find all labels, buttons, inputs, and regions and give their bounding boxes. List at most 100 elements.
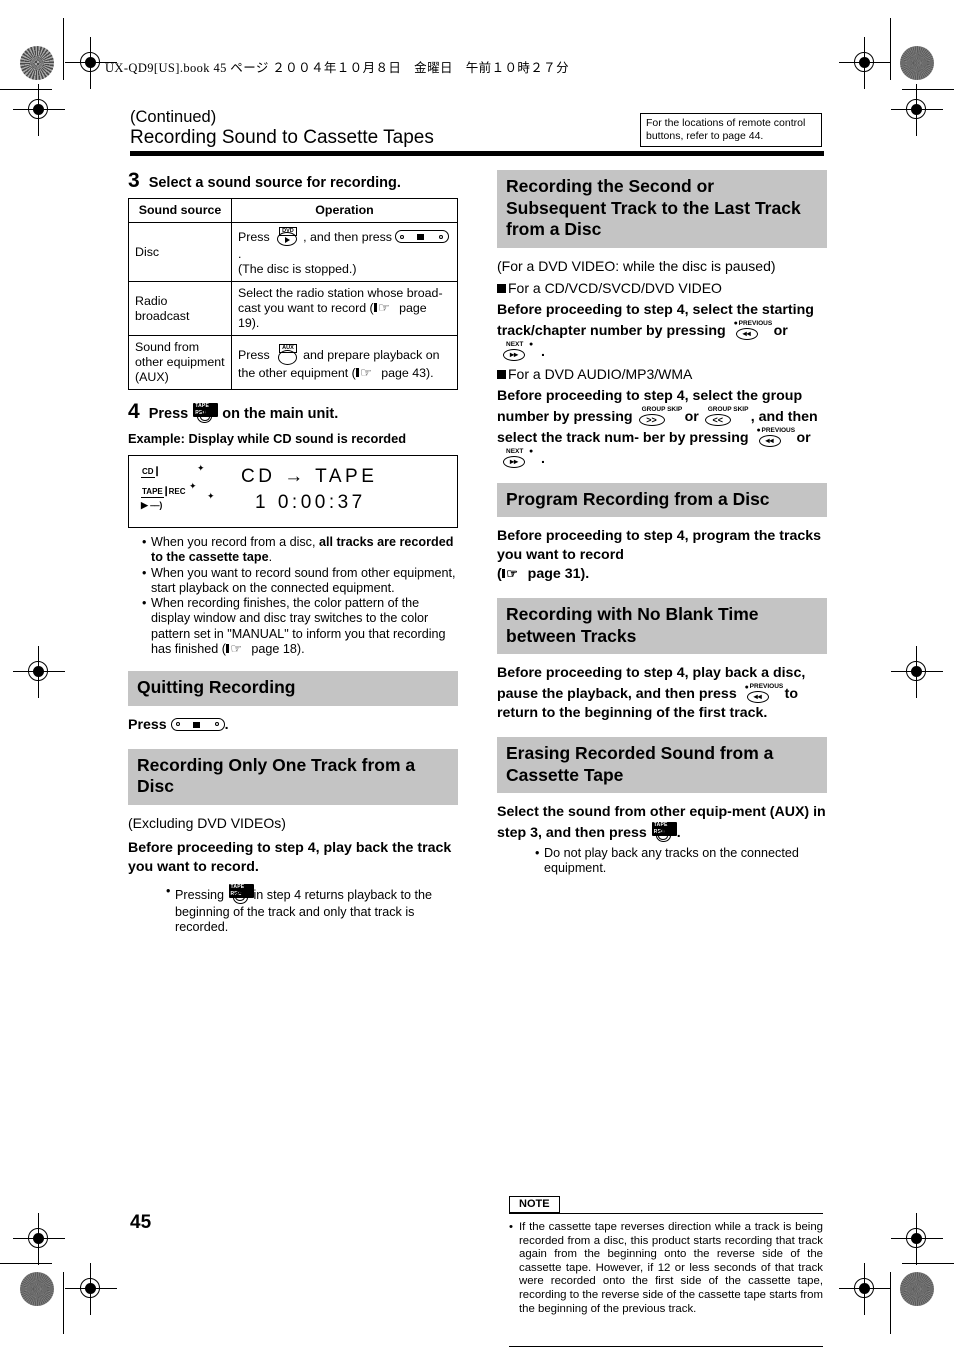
- one-track-bold: Before proceeding to step 4, play back t…: [128, 839, 452, 875]
- op-aux-pre: Press: [238, 348, 270, 362]
- table-header-sound-source: Sound source: [128, 198, 232, 223]
- display-indicators: CD┃ TAPE┃REC ▶ ⎯⎯): [141, 466, 229, 511]
- one-track-notes: Pressing TAPE REC in step 4 returns play…: [128, 883, 458, 936]
- note-bottom-rule: [509, 1346, 823, 1348]
- second-track-bold1: Before proceeding to step 4, select the …: [497, 301, 827, 362]
- second-track-sub2: For a DVD AUDIO/MP3/WMA: [497, 365, 827, 383]
- quitting-press-post: .: [224, 716, 229, 733]
- registration-mark-top-right: [839, 37, 891, 89]
- registration-mark-lower-right: [891, 1213, 943, 1265]
- trim-line-bottom-left-v: [63, 1272, 65, 1334]
- previous-button-icon: ● PREVIOUS ◂◂: [756, 426, 796, 447]
- step-4-notes: When you record from a disc, all tracks …: [128, 535, 458, 657]
- second-track-or3: or: [796, 429, 811, 446]
- second-track-or2: or: [684, 408, 699, 425]
- next-icon-label: NEXT: [506, 447, 524, 455]
- right-column: Recording the Second or Subsequent Track…: [497, 170, 827, 1348]
- display-cd-label: CD: [141, 467, 155, 478]
- op-aux-post: page 43).: [377, 366, 434, 380]
- previous-icon-label: PREVIOUS: [749, 683, 784, 690]
- step-3-text: Select a sound source for recording.: [148, 175, 401, 191]
- previous-button-icon: ● PREVIOUS ◂◂: [733, 319, 773, 340]
- tape-rec-button-icon: TAPE REC: [651, 822, 677, 843]
- note-box: NOTE If the cassette tape reverses direc…: [497, 1196, 823, 1348]
- one-track-bullet-pre: Pressing: [175, 887, 224, 902]
- registration-dot-top-right: [900, 46, 934, 80]
- registration-mark-upper-right: [891, 84, 943, 136]
- step-4-post: on the main unit.: [222, 406, 339, 422]
- book-file-header: UX-QD9[US].book 45 ページ ２００４年１０月８日 金曜日 午前…: [105, 61, 569, 75]
- table-row: Disc Press DVD , and then press . (The d…: [128, 222, 458, 282]
- second-track-paren: (For a DVD VIDEO: while the disc is paus…: [497, 257, 776, 274]
- previous-icon-glyph: ◂◂: [735, 327, 758, 340]
- group-skip-forward-icon: GROUP SKIP >>: [637, 406, 685, 427]
- left-column: 3 Select a sound source for recording. S…: [128, 170, 458, 935]
- next-button-icon: NEXT ● ▸▸: [497, 448, 541, 469]
- display-line-2: 1 0:00:37: [255, 492, 366, 513]
- registration-mark-bottom-right: [839, 1263, 891, 1315]
- trim-line-left-h-bottom: [0, 1263, 52, 1265]
- bullet1-pre: When you record from a disc,: [151, 535, 319, 549]
- display-panel-illustration: CD┃ TAPE┃REC ▶ ⎯⎯) ✦ ✦ ✦ CD → TAPE 1 0:0…: [128, 455, 458, 528]
- display-indicator-tape-rec: TAPE┃REC: [141, 487, 186, 498]
- second-track-bold2: Before proceeding to step 4, select the …: [497, 387, 827, 469]
- registration-mark-mid-right: [891, 646, 943, 698]
- stop-button-icon: [395, 230, 450, 243]
- second-track-sub2-text: For a DVD AUDIO/MP3/WMA: [508, 365, 693, 382]
- op-disc-post: .: [238, 247, 242, 261]
- section-no-blank-time: Recording with No Blank Time between Tra…: [497, 598, 827, 654]
- trim-line-right-h: [902, 89, 954, 91]
- one-track-subnote: (Excluding DVD VIDEOs): [128, 814, 286, 831]
- remote-note-box: For the locations of remote control butt…: [640, 113, 822, 147]
- bullet1-post: .: [268, 550, 273, 565]
- display-text: CD → TAPE 1 0:00:37: [241, 464, 377, 516]
- next-icon-label: NEXT: [506, 340, 524, 348]
- table-cell-op-disc: Press DVD , and then press . (The disc i…: [231, 222, 458, 282]
- op-disc-mid: , and then press: [303, 230, 392, 244]
- program-body: Before proceeding to step 4, program the…: [497, 527, 827, 584]
- second-track-bold1b: pressing: [666, 322, 726, 339]
- section-recording-one-track: Recording Only One Track from a Disc: [128, 748, 458, 805]
- erasing-notes: Do not play back any tracks on the conne…: [497, 846, 827, 877]
- step-4-text: Press TAPE REC on the main unit.: [149, 403, 339, 424]
- display-indicator-cd: CD┃: [141, 467, 160, 478]
- second-track-or1: or: [773, 322, 788, 339]
- op-disc-line2: (The disc is stopped.): [238, 262, 357, 276]
- list-item: If the cassette tape reverses direction …: [509, 1221, 823, 1316]
- trim-line-top-right-v: [890, 18, 892, 80]
- dvd-button-icon: DVD: [273, 227, 303, 247]
- pointing-hand-icon: ☞: [355, 366, 378, 379]
- page-number: 45: [130, 1212, 152, 1233]
- next-icon-glyph: ▸▸: [503, 348, 525, 361]
- quitting-press-line: Press .: [128, 716, 458, 735]
- quitting-press-label: Press: [128, 716, 167, 733]
- previous-icon-label: PREVIOUS: [738, 319, 773, 327]
- second-track-sub1: For a CD/VCD/SVCD/DVD VIDEO: [497, 279, 827, 297]
- note-content: If the cassette tape reverses direction …: [497, 1221, 823, 1316]
- second-track-end1: .: [541, 343, 545, 360]
- next-icon-glyph: ▸▸: [503, 455, 525, 468]
- trim-line-right-h-bottom: [902, 1263, 954, 1265]
- table-cell-op-aux: Press AUX and prepare playback on the ot…: [231, 335, 458, 390]
- op-disc-pre: Press: [238, 230, 270, 244]
- step-4-number: 4: [128, 400, 140, 423]
- display-line-1: CD → TAPE: [241, 466, 378, 487]
- registration-mark-bottom-left: [65, 1263, 117, 1315]
- registration-mark-upper-left: [13, 84, 65, 136]
- no-blank-bold-b: press: [698, 686, 737, 702]
- pointing-hand-icon: ☞: [373, 301, 396, 314]
- pointing-hand-icon: ☞: [225, 642, 248, 655]
- document-page: UX-QD9[US].book 45 ページ ２００４年１０月８日 金曜日 午前…: [0, 0, 954, 1351]
- section-quitting-recording: Quitting Recording: [128, 671, 458, 706]
- note-label: NOTE: [509, 1196, 560, 1213]
- step-3-number: 3: [128, 169, 140, 192]
- square-bullet-icon: [497, 369, 506, 379]
- previous-icon-label: PREVIOUS: [761, 426, 796, 434]
- registration-dot-bottom-right: [900, 1272, 934, 1306]
- stop-button-icon: [170, 717, 225, 731]
- previous-icon-glyph: ◂◂: [758, 434, 781, 447]
- registration-dot-top-left: [20, 46, 54, 80]
- group-skip-forward-glyph: >>: [638, 413, 665, 426]
- section-erasing-recorded-sound: Erasing Recorded Sound from a Cassette T…: [497, 737, 827, 793]
- table-cell-op-radio: Select the radio station whose broad-cas…: [231, 281, 458, 336]
